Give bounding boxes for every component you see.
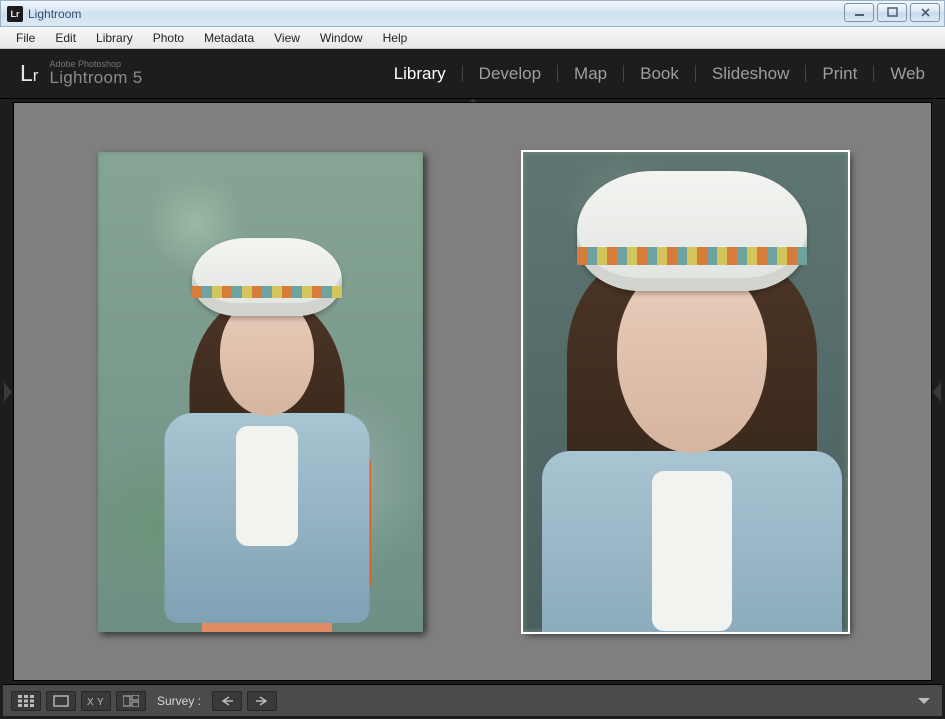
module-develop[interactable]: Develop [463, 65, 558, 82]
close-button[interactable] [910, 3, 940, 22]
module-book[interactable]: Book [624, 65, 696, 82]
toolbar-disclosure-button[interactable] [918, 698, 930, 704]
identity-plate: Lr Adobe Photoshop Lightroom 5 [20, 60, 143, 87]
menu-edit[interactable]: Edit [45, 29, 86, 47]
module-slideshow[interactable]: Slideshow [696, 65, 807, 82]
menu-file[interactable]: File [6, 29, 45, 47]
module-print[interactable]: Print [806, 65, 874, 82]
minimize-button[interactable] [844, 3, 874, 22]
module-web[interactable]: Web [874, 65, 925, 82]
photo-content [523, 152, 848, 632]
identity-plate-bar: Lr Adobe Photoshop Lightroom 5 Library D… [0, 49, 945, 99]
maximize-button[interactable] [877, 3, 907, 22]
window-controls [844, 3, 940, 22]
logo-mark: Lr [20, 62, 38, 85]
photo-content [98, 152, 423, 632]
menu-library[interactable]: Library [86, 29, 143, 47]
survey-canvas [13, 102, 932, 681]
brand-line2: Lightroom 5 [49, 69, 142, 87]
menu-help[interactable]: Help [373, 29, 418, 47]
workspace [0, 99, 945, 684]
compare-view-button[interactable]: X Y [81, 691, 111, 711]
library-toolbar: X Y Survey : [3, 684, 942, 716]
previous-photo-button[interactable] [212, 691, 242, 711]
svg-text:Y: Y [97, 697, 104, 707]
survey-photo-1[interactable] [98, 152, 423, 632]
menu-metadata[interactable]: Metadata [194, 29, 264, 47]
module-library[interactable]: Library [378, 65, 463, 82]
left-panel-toggle[interactable] [3, 102, 13, 681]
module-map[interactable]: Map [558, 65, 624, 82]
toolbar-mode-label: Survey : [157, 694, 201, 708]
loupe-view-button[interactable] [46, 691, 76, 711]
menubar: File Edit Library Photo Metadata View Wi… [0, 27, 945, 49]
app-icon: Lr [7, 6, 23, 22]
menu-window[interactable]: Window [310, 29, 373, 47]
next-photo-button[interactable] [247, 691, 277, 711]
module-picker: Library Develop Map Book Slideshow Print… [378, 65, 925, 82]
survey-view-button[interactable] [116, 691, 146, 711]
right-panel-toggle[interactable] [932, 102, 942, 681]
grid-view-button[interactable] [11, 691, 41, 711]
survey-photo-2[interactable] [523, 152, 848, 632]
menu-photo[interactable]: Photo [143, 29, 194, 47]
app-frame: Lr Adobe Photoshop Lightroom 5 Library D… [0, 49, 945, 719]
menu-view[interactable]: View [264, 29, 310, 47]
window-title: Lightroom [28, 7, 81, 21]
window-titlebar: Lr Lightroom [0, 0, 945, 27]
svg-text:X: X [87, 697, 94, 707]
